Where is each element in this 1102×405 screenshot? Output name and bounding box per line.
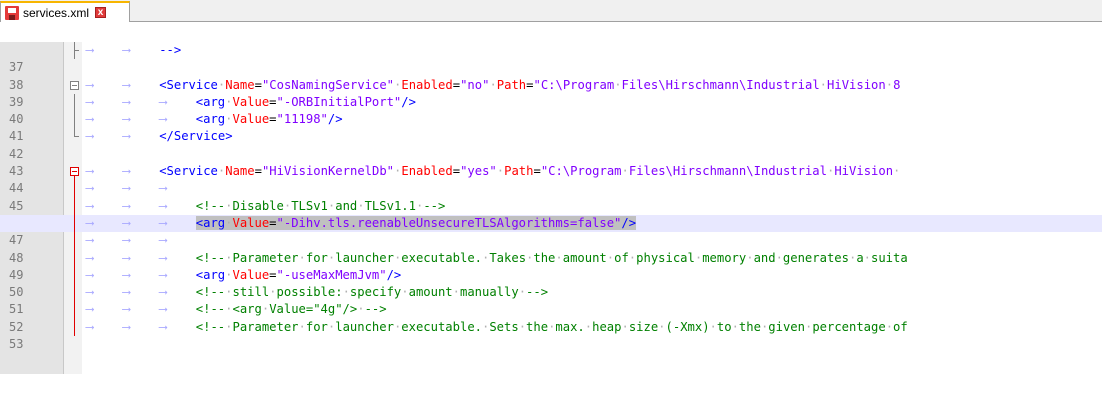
code-line: 52 ⟶ ⟶ ⟶ <!--·<arg·Value="4g"/>·--> (0, 301, 1102, 334)
fold-marker (70, 214, 80, 233)
code-line: 43 (0, 146, 1102, 178)
line-code: ⟶ ⟶ ⟶ (86, 181, 167, 196)
tab-bar: services.xml x (0, 0, 1102, 22)
fold-marker (70, 249, 80, 267)
code-line: 51 ⟶ ⟶ ⟶ <!--·still·possible:·specify·amoun… (0, 284, 1102, 316)
code-editor[interactable]: 37 ⟶ ⟶ --> 38 39 ⟶ ⟶ <Service·Name="CosNamin… (0, 42, 1102, 374)
line-code: ⟶ ⟶ <Service·Name="HiVisionKernelDb"·Enabl… (86, 164, 901, 179)
line-code: ⟶ ⟶ ⟶ <arg·Value="-Dihv.tls.reenableUnsecur… (86, 215, 637, 231)
save-icon (5, 5, 19, 20)
fold-marker (70, 111, 80, 129)
line-code: ⟶ ⟶ </Service> (86, 129, 233, 144)
fold-marker (70, 266, 80, 285)
line-code: ⟶ ⟶ ⟶ <!--·Parameter·for·launcher·executabl… (86, 319, 908, 334)
code-line-current: 47 ⟶ ⟶ ⟶ <arg·Value="-Dihv.tls.reenableUnse… (0, 214, 1102, 247)
code-line: 50 ⟶ ⟶ ⟶ <arg·Value="-useMaxMemJvm"/> (0, 266, 1102, 299)
code-line: 44 ⟶ ⟶ <Service·Name="HiVisionKernelDb"·En… (0, 163, 1102, 195)
line-code: ⟶ ⟶ --> (86, 43, 182, 57)
code-line: 39 ⟶ ⟶ <Service·Name="CosNamingService"·En… (0, 77, 1102, 109)
fold-marker (70, 301, 80, 319)
tab-title: services.xml (23, 5, 90, 20)
line-code: ⟶ ⟶ ⟶ <!--·<arg·Value="4g"/>·--> (86, 302, 387, 317)
code-line: 46 ⟶⟶⟶<!--·Disable·TLSv1·and·TLSv1.1·--> (0, 197, 1102, 230)
close-icon[interactable]: x (95, 7, 107, 18)
line-code: ⟶ ⟶ ⟶ <arg·Value="-ORBInitialPort"/> (86, 94, 416, 109)
line-code: ⟶ ⟶ ⟶ (86, 233, 167, 248)
fold-marker (70, 180, 80, 198)
line-code: ⟶ ⟶ ⟶ <!--·Disable·TLSv1·and·TLSv1.1·--> (86, 198, 446, 213)
line-code: ⟶ ⟶ ⟶ <!--·still·possible:·specify·amount·m… (86, 285, 549, 300)
fold-marker (70, 128, 80, 145)
fold-marker (70, 93, 80, 112)
fold-marker (70, 59, 80, 76)
fold-marker (70, 232, 80, 250)
line-code: ⟶ ⟶ ⟶ <arg·Value="-useMaxMemJvm"/> (86, 267, 402, 282)
code-line: 40 ⟶ ⟶ ⟶ <arg·Value="-ORBInitialPort"/> (0, 93, 1102, 126)
code-line: 48 ⟶ ⟶ ⟶ (0, 232, 1102, 265)
line-code: ⟶ ⟶ ⟶ <arg·Value="11198"/> (86, 112, 343, 127)
line-number: 53 (9, 337, 24, 352)
fold-marker (70, 146, 80, 163)
tab-services-xml[interactable]: services.xml x (0, 1, 130, 22)
line-code: ⟶ ⟶ ⟶ <!--·Parameter·for·launcher·executabl… (86, 250, 908, 265)
fold-marker (70, 284, 80, 302)
fold-minus-icon[interactable] (70, 163, 80, 182)
fold-minus-icon[interactable] (70, 77, 80, 94)
fold-marker (70, 197, 80, 215)
fold-marker (70, 42, 80, 60)
code-line: 53 ⟶ ⟶ ⟶ <!--·Parameter·for·launcher·execut… (0, 318, 1102, 351)
code-line: 41 ⟶ ⟶ ⟶ <arg·Value="11198"/> (0, 111, 1102, 143)
code-line: 37 ⟶ ⟶ --> (0, 42, 1102, 74)
code-line: 45 ⟶ ⟶ ⟶ (0, 180, 1102, 213)
line-code: ⟶ ⟶ <Service·Name="CosNamingService"·Enabl… (86, 77, 901, 92)
fold-marker (70, 318, 80, 337)
code-line: 42 ⟶ ⟶ </Service> (0, 128, 1102, 161)
code-line: 38 (0, 59, 1102, 92)
code-line: 49 ⟶ ⟶ ⟶ <!--·Parameter·for·launcher·execut… (0, 249, 1102, 282)
text-selection[interactable]: <arg·Value="-Dihv.tls.reenableUnsecureTL… (195, 215, 637, 230)
